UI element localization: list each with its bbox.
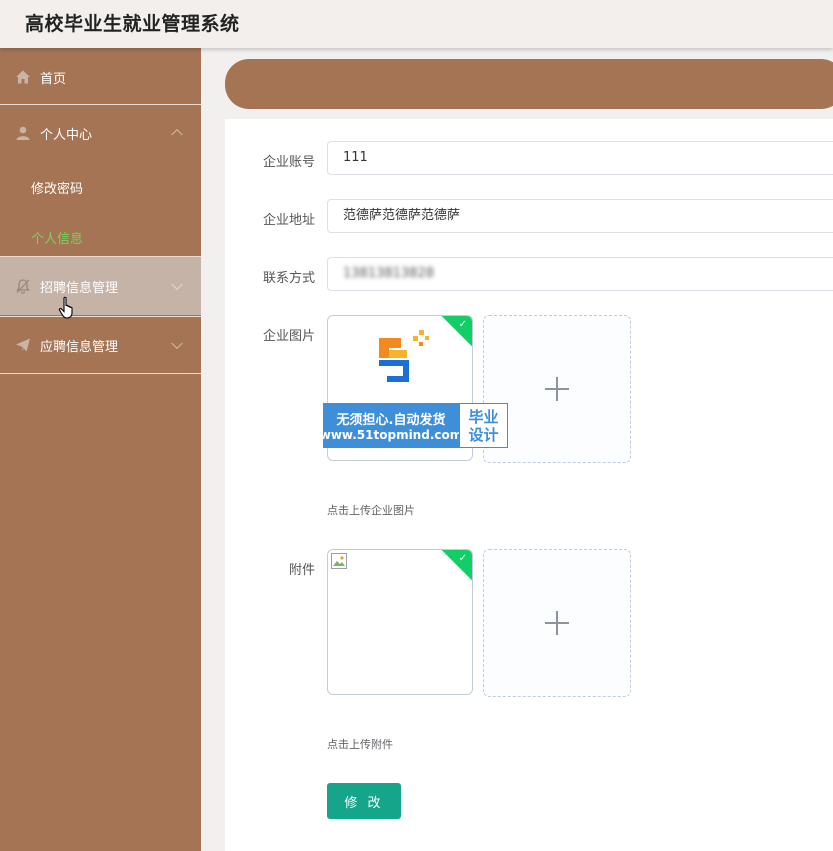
chevron-up-icon (171, 128, 183, 141)
company-logo-icon (379, 330, 429, 382)
chevron-down-icon (171, 337, 183, 350)
sidebar-item-recruitment[interactable]: 招聘信息管理 (0, 257, 201, 315)
sidebar-item-home[interactable]: 首页 (0, 56, 201, 98)
top-header: 高校毕业生就业管理系统 (0, 0, 833, 48)
watermark: 无须担心.自动发货 www.51topmind.com 毕业 设计 (319, 403, 508, 448)
home-icon (15, 69, 31, 85)
contact-label: 联系方式 (262, 271, 315, 286)
sidebar-item-label: 招聘信息管理 (40, 280, 119, 296)
attachment-upload-tip: 点击上传附件 (327, 738, 393, 751)
contact-field[interactable]: 13813813828 (327, 257, 833, 291)
sidebar (0, 48, 201, 851)
account-label: 企业账号 (262, 155, 315, 170)
sidebar-item-application[interactable]: 应聘信息管理 (0, 324, 201, 366)
modify-button[interactable]: 修 改 (327, 783, 401, 819)
image-upload-tip: 点击上传企业图片 (327, 504, 415, 517)
watermark-line2: www.51topmind.com (319, 428, 463, 442)
image-label: 企业图片 (262, 329, 315, 344)
sidebar-item-personal-center[interactable]: 个人中心 (0, 112, 201, 154)
watermark-badge-line2: 设计 (468, 425, 499, 444)
upload-success-badge (440, 316, 472, 348)
sidebar-item-label: 个人中心 (40, 127, 93, 143)
address-label: 企业地址 (262, 213, 315, 228)
add-attachment-button[interactable] (483, 549, 631, 697)
account-field[interactable]: 111 (327, 141, 833, 175)
hand-cursor-icon (58, 296, 73, 319)
upload-success-badge (440, 550, 472, 582)
bell-icon (15, 278, 31, 294)
contact-value: 13813813828 (343, 266, 434, 281)
address-field[interactable]: 范德萨范德萨范德萨 (327, 199, 833, 233)
sidebar-divider (0, 316, 201, 317)
chevron-down-icon (171, 278, 183, 291)
sidebar-subitem-change-password[interactable]: 修改密码 (31, 178, 83, 197)
sidebar-subitem-personal-info[interactable]: 个人信息 (31, 228, 83, 247)
check-icon: ✓ (458, 553, 467, 564)
send-icon (15, 337, 31, 353)
watermark-line1: 无须担心.自动发货 (336, 413, 446, 428)
plus-icon (543, 609, 571, 637)
broken-image-icon (331, 553, 347, 569)
watermark-badge-line1: 毕业 (468, 407, 499, 426)
sidebar-item-label: 首页 (40, 71, 67, 87)
uploaded-attachment-card[interactable]: ✓ (327, 549, 473, 695)
sidebar-divider (0, 373, 201, 374)
check-icon: ✓ (458, 319, 467, 330)
attachment-label: 附件 (288, 563, 315, 578)
sidebar-item-label: 应聘信息管理 (40, 339, 119, 355)
app-title: 高校毕业生就业管理系统 (25, 13, 240, 35)
user-icon (15, 125, 31, 141)
page-banner (225, 59, 833, 109)
sidebar-divider (0, 104, 201, 105)
plus-icon (543, 375, 571, 403)
